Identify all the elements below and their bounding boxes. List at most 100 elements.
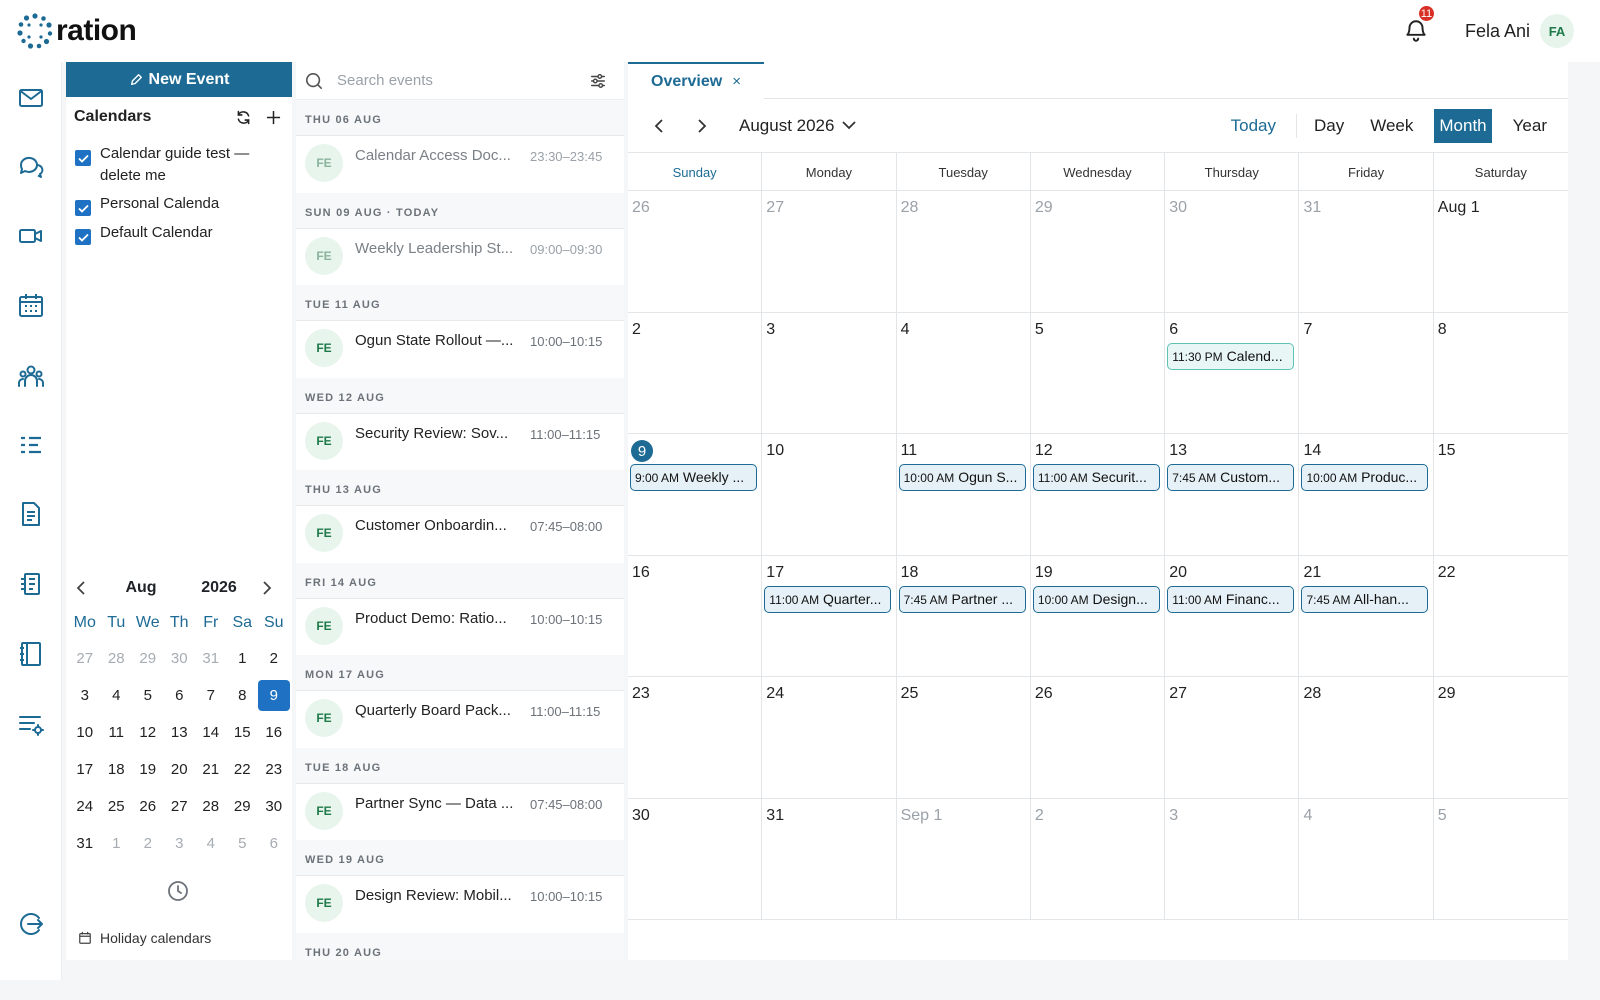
mini-day[interactable]: 31 [195, 640, 227, 677]
calendar-event[interactable]: 7:45 AM All-han... [1301, 585, 1429, 613]
month-selector[interactable]: August 2026 [739, 116, 857, 136]
day-cell[interactable]: 26 [1030, 677, 1166, 799]
notebook-icon[interactable] [17, 640, 45, 668]
mini-prev-button[interactable] [66, 581, 96, 595]
day-cell[interactable]: 4 [1299, 798, 1434, 920]
calendar-event[interactable]: 10:00 AM Design... [1032, 585, 1160, 613]
day-cell[interactable]: 5 [1030, 312, 1166, 434]
mini-day[interactable]: 14 [195, 714, 227, 751]
mini-day[interactable]: 24 [69, 788, 101, 825]
day-cell[interactable]: 13 7:45 AM Custom... [1165, 434, 1300, 556]
event-list-item[interactable]: FE Ogun State Rollout —... 10:00–10:15 [296, 321, 624, 378]
user-avatar[interactable]: FA [1540, 14, 1574, 48]
mini-day[interactable]: 13 [164, 714, 196, 751]
mini-day[interactable]: 5 [132, 677, 164, 714]
tab-close-icon[interactable]: × [732, 73, 741, 90]
mini-day[interactable]: 28 [101, 640, 133, 677]
day-cell[interactable]: 29 [1030, 191, 1166, 313]
mini-day[interactable]: 7 [195, 677, 227, 714]
day-cell[interactable]: 30 [628, 798, 763, 920]
task-list-icon[interactable] [17, 431, 45, 459]
mini-day[interactable]: 27 [69, 640, 101, 677]
logout-icon[interactable] [17, 910, 45, 938]
mini-day[interactable]: 12 [132, 714, 164, 751]
calendar-event[interactable]: 11:00 AM Quarter... [764, 585, 892, 613]
holiday-calendars-link[interactable]: Holiday calendars [78, 930, 211, 946]
day-cell[interactable]: 25 [896, 677, 1031, 799]
app-logo[interactable]: ration [16, 12, 137, 50]
event-list-item[interactable]: FE Calendar Access Doc... 23:30–23:45 [296, 136, 624, 193]
user-name[interactable]: Fela Ani [1465, 21, 1530, 42]
calendar-checkbox[interactable] [75, 229, 91, 245]
day-cell[interactable]: 30 [1165, 191, 1300, 313]
sync-button[interactable] [232, 106, 254, 128]
calendar-event[interactable]: 10:00 AM Produc... [1301, 464, 1429, 491]
calendar-icon[interactable] [17, 291, 45, 319]
day-cell[interactable]: 27 [1165, 677, 1300, 799]
mini-day[interactable]: 23 [258, 751, 290, 788]
calendar-item[interactable]: Calendar guide test — delete me [66, 143, 292, 187]
day-cell[interactable]: Aug 1 [1433, 191, 1569, 313]
calendar-event[interactable]: 11:30 PM Calend... [1167, 342, 1295, 370]
day-cell[interactable]: 19 10:00 AM Design... [1030, 555, 1166, 677]
view-week-button[interactable]: Week [1357, 109, 1426, 143]
video-call-icon[interactable] [17, 222, 45, 250]
day-cell[interactable]: 22 [1433, 555, 1569, 677]
today-button[interactable]: Today [1215, 116, 1292, 136]
day-cell[interactable]: Sep 1 [896, 798, 1031, 920]
day-cell[interactable]: 2 [1030, 798, 1166, 920]
mini-day[interactable]: 30 [258, 788, 290, 825]
mini-day[interactable]: 20 [164, 751, 196, 788]
day-cell[interactable]: 16 [628, 555, 763, 677]
day-cell[interactable]: 12 11:00 AM Securit... [1030, 434, 1166, 556]
document-icon[interactable] [17, 500, 45, 528]
event-list-item[interactable]: FE Security Review: Sov... 11:00–11:15 [296, 413, 624, 470]
mini-day[interactable]: 26 [132, 788, 164, 825]
day-cell[interactable]: 11 10:00 AM Ogun S... [896, 434, 1031, 556]
mini-day[interactable]: 27 [164, 788, 196, 825]
day-cell[interactable]: 2 [628, 312, 763, 434]
day-cell[interactable]: 3 [1165, 798, 1300, 920]
board-icon[interactable] [17, 570, 45, 598]
day-cell[interactable]: 24 [762, 677, 897, 799]
mini-day[interactable]: 4 [101, 677, 133, 714]
add-calendar-button[interactable] [262, 106, 284, 128]
tab-overview[interactable]: Overview × [628, 62, 764, 99]
mini-day[interactable]: 29 [227, 788, 259, 825]
mini-day[interactable]: 10 [69, 714, 101, 751]
mini-day[interactable]: 30 [164, 640, 196, 677]
mini-day[interactable]: 16 [258, 714, 290, 751]
mini-day[interactable]: 29 [132, 640, 164, 677]
event-list-item[interactable]: FE Quarterly Board Pack... 11:00–11:15 [296, 691, 624, 748]
mini-day[interactable]: 3 [164, 825, 196, 862]
day-cell[interactable]: 20 11:00 AM Financ... [1165, 555, 1300, 677]
mini-day[interactable]: 22 [227, 751, 259, 788]
view-month-button[interactable]: Month [1434, 108, 1492, 143]
calendar-checkbox[interactable] [75, 200, 91, 216]
mini-month[interactable]: Aug [96, 579, 186, 597]
event-list-item[interactable]: FE Customer Onboardin... 07:45–08:00 [296, 506, 624, 563]
calendar-checkbox[interactable] [75, 150, 91, 166]
calendar-event[interactable]: 11:00 AM Securit... [1032, 464, 1160, 491]
day-cell[interactable]: 17 11:00 AM Quarter... [762, 555, 897, 677]
settings-list-icon[interactable] [17, 710, 45, 738]
day-cell[interactable]: 31 [762, 798, 897, 920]
day-cell[interactable]: 4 [896, 312, 1031, 434]
event-list-item[interactable]: FE Product Demo: Ratio... 10:00–10:15 [296, 598, 624, 655]
chat-icon[interactable] [17, 153, 45, 181]
mini-day[interactable]: 1 [101, 825, 133, 862]
mini-day[interactable]: 2 [258, 640, 290, 677]
mini-day[interactable]: 9 [258, 680, 290, 711]
contacts-icon[interactable] [17, 362, 45, 390]
day-cell[interactable]: 10 [762, 434, 897, 556]
mini-day[interactable]: 17 [69, 751, 101, 788]
mini-day[interactable]: 5 [227, 825, 259, 862]
calendar-event[interactable]: 7:45 AM Partner ... [898, 585, 1026, 613]
calendar-event[interactable]: 9:00 AM Weekly ... [630, 464, 757, 491]
view-day-button[interactable]: Day [1301, 109, 1357, 143]
mail-icon[interactable] [17, 84, 45, 112]
event-list-item[interactable]: FE Partner Sync — Data ... 07:45–08:00 [296, 783, 624, 840]
mini-next-button[interactable] [252, 581, 282, 595]
mini-day[interactable]: 4 [195, 825, 227, 862]
day-cell[interactable]: 8 [1433, 312, 1569, 434]
